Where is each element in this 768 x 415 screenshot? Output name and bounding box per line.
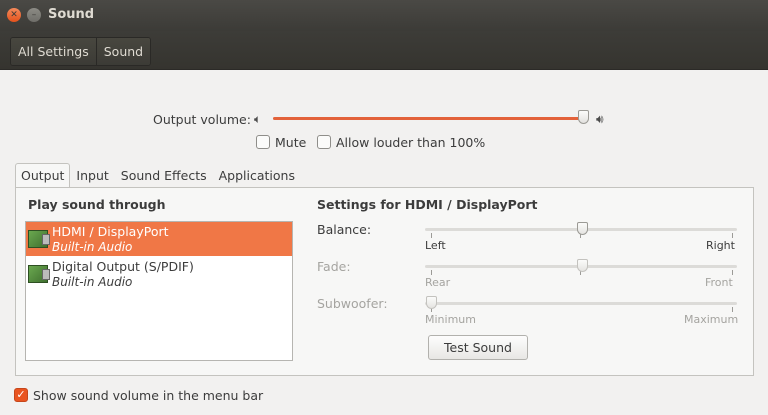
- balance-left-label: Left: [425, 239, 446, 252]
- fade-tick-left: [431, 270, 432, 275]
- tab-input[interactable]: Input: [70, 163, 114, 188]
- minimize-icon[interactable]: –: [27, 8, 41, 22]
- title-bar: ✕ – Sound: [0, 0, 768, 31]
- show-in-menu-checkbox[interactable]: ✓: [14, 388, 28, 402]
- balance-tick-right: [732, 233, 733, 238]
- audio-card-icon: [28, 230, 50, 248]
- balance-tick-left: [431, 233, 432, 238]
- fade-front-label: Front: [705, 276, 733, 289]
- mute-checkbox[interactable]: [256, 135, 270, 149]
- fade-rear-label: Rear: [425, 276, 451, 289]
- tab-output[interactable]: Output: [15, 163, 71, 188]
- toolbar: All Settings Sound: [0, 31, 768, 70]
- settings-title: Settings for HDMI / DisplayPort: [317, 197, 538, 212]
- balance-label: Balance:: [317, 222, 372, 237]
- fade-slider-knob: [576, 259, 588, 272]
- breadcrumb: All Settings Sound: [10, 37, 152, 66]
- all-settings-button[interactable]: All Settings: [11, 38, 96, 65]
- balance-right-label: Right: [706, 239, 735, 252]
- device-subtitle: Built-in Audio: [52, 240, 133, 254]
- sound-breadcrumb-button[interactable]: Sound: [95, 38, 151, 65]
- output-volume-fill: [273, 117, 584, 120]
- subwoofer-track: [425, 302, 737, 305]
- fade-label: Fade:: [317, 259, 351, 274]
- allow-louder-checkbox[interactable]: [317, 135, 331, 149]
- output-volume-slider-knob[interactable]: [578, 110, 589, 124]
- mute-label: Mute: [275, 135, 307, 150]
- allow-louder-label: Allow louder than 100%: [336, 135, 486, 150]
- tab-sound-effects[interactable]: Sound Effects: [115, 163, 213, 188]
- audio-card-icon: [28, 265, 50, 283]
- subwoofer-label: Subwoofer:: [317, 296, 388, 311]
- tab-bar: Output Input Sound Effects Applications: [15, 163, 301, 188]
- device-subtitle: Built-in Audio: [52, 275, 133, 289]
- test-sound-button[interactable]: Test Sound: [428, 335, 528, 360]
- list-item[interactable]: Digital Output (S/PDIF) Built-in Audio: [26, 257, 292, 291]
- subwoofer-tick-right: [732, 307, 733, 312]
- device-list: HDMI / DisplayPort Built-in Audio Digita…: [25, 221, 293, 361]
- tab-applications[interactable]: Applications: [213, 163, 301, 188]
- play-sound-through-title: Play sound through: [28, 197, 166, 212]
- show-in-menu-label: Show sound volume in the menu bar: [33, 388, 264, 403]
- balance-slider-knob[interactable]: [576, 222, 588, 235]
- window-title: Sound: [48, 7, 95, 22]
- device-name: HDMI / DisplayPort: [52, 224, 169, 239]
- fade-tick-right: [732, 270, 733, 275]
- subwoofer-slider-knob: [426, 296, 437, 309]
- output-volume-label: Output volume:: [153, 112, 251, 127]
- subwoofer-min-label: Minimum: [425, 313, 476, 326]
- volume-low-icon: 🔈︎: [254, 112, 262, 126]
- device-name: Digital Output (S/PDIF): [52, 259, 194, 274]
- list-item[interactable]: HDMI / DisplayPort Built-in Audio: [26, 222, 292, 256]
- subwoofer-max-label: Maximum: [684, 313, 739, 326]
- volume-high-icon: 🔊︎: [596, 112, 604, 126]
- close-icon[interactable]: ✕: [7, 8, 21, 22]
